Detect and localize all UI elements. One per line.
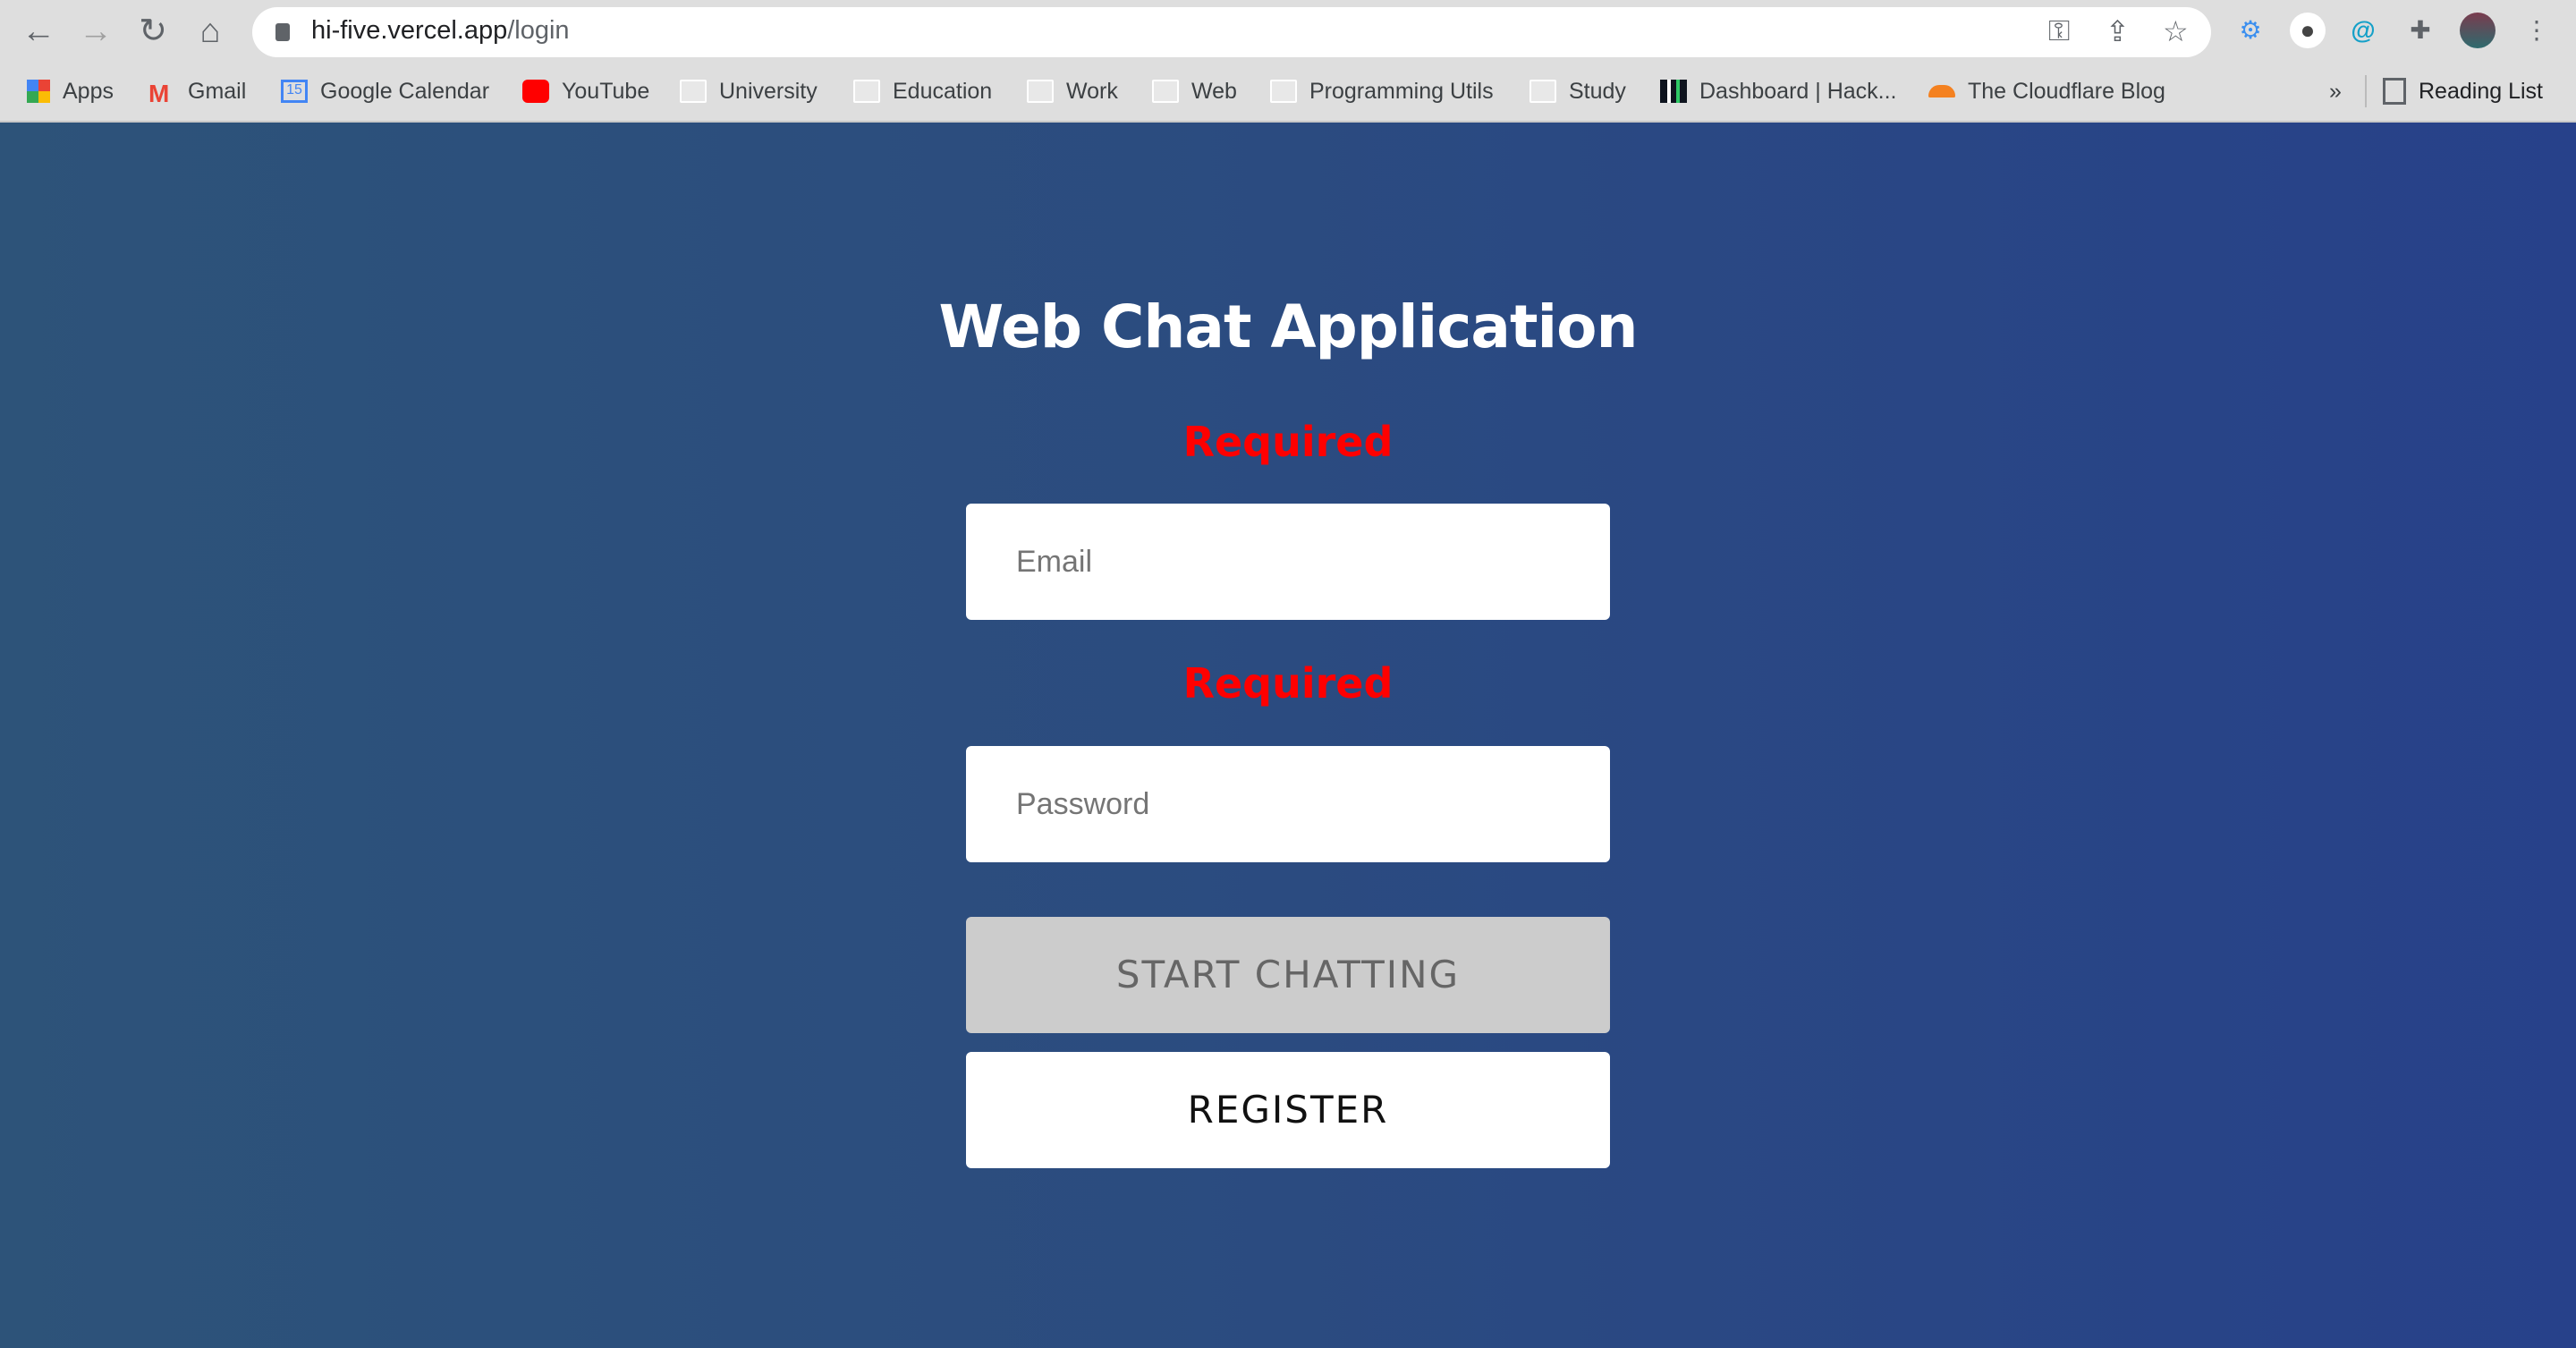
youtube-icon — [522, 80, 549, 103]
reading-list-button[interactable]: Reading List — [2383, 64, 2543, 118]
apps-grid-icon — [27, 80, 50, 103]
menu-icon[interactable]: ⋮ — [2519, 13, 2555, 48]
reading-list-icon — [2383, 78, 2406, 105]
folder-icon — [1270, 80, 1297, 103]
bookmark-university[interactable]: University — [680, 64, 818, 118]
bookmark-work[interactable]: Work — [1027, 64, 1118, 118]
bookmark-label: University — [719, 78, 818, 104]
bookmark-label: Dashboard | Hack... — [1699, 78, 1897, 104]
bookmark-web[interactable]: Web — [1152, 64, 1237, 118]
start-chatting-button[interactable]: START CHATTING — [966, 917, 1610, 1033]
bookmark-label: The Cloudflare Blog — [1968, 78, 2165, 104]
bookmark-apps[interactable]: Apps — [27, 64, 114, 118]
divider — [2365, 75, 2367, 107]
reading-list-label: Reading List — [2419, 78, 2543, 104]
email-input[interactable] — [966, 504, 1610, 620]
at-extension-icon[interactable]: @ — [2345, 13, 2381, 48]
calendar-icon: 15 — [281, 80, 308, 103]
bookmark-cloudflare-blog[interactable]: The Cloudflare Blog — [1928, 64, 2165, 118]
address-bar[interactable]: hi-five.vercel.app/login ⚿ ⇪ ☆ — [252, 7, 2211, 57]
password-input[interactable] — [966, 746, 1610, 862]
back-button[interactable]: ← — [16, 11, 61, 52]
bookmark-education[interactable]: Education — [853, 64, 992, 118]
folder-icon — [853, 80, 880, 103]
bookmark-label: YouTube — [562, 78, 650, 104]
url-text[interactable]: hi-five.vercel.app/login — [311, 16, 570, 46]
folder-icon — [1027, 80, 1054, 103]
bookmark-programming-utils[interactable]: Programming Utils — [1270, 64, 1494, 118]
reload-button[interactable]: ↻ — [131, 11, 175, 52]
bookmark-label: Gmail — [188, 78, 247, 104]
share-icon[interactable]: ⇪ — [2106, 14, 2130, 48]
folder-icon — [680, 80, 707, 103]
forward-button[interactable]: → — [73, 11, 118, 52]
bookmark-label: Study — [1569, 78, 1626, 104]
folder-icon — [1152, 80, 1179, 103]
cloudflare-icon — [1928, 85, 1955, 97]
gmail-icon: M — [148, 80, 170, 107]
extension-icon[interactable]: ⚙ — [2233, 13, 2268, 48]
url-host: hi-five.vercel.app — [311, 16, 508, 45]
page-title: Web Chat Application — [938, 292, 1639, 361]
bookmark-youtube[interactable]: YouTube — [522, 64, 649, 118]
email-error: Required — [1182, 418, 1394, 466]
bookmark-label: Education — [893, 78, 993, 104]
folder-icon — [1530, 80, 1556, 103]
profile-avatar[interactable] — [2460, 13, 2496, 48]
ghost-extension-icon[interactable]: ● — [2290, 13, 2326, 48]
bookmark-label: Apps — [63, 78, 114, 104]
hackerrank-icon — [1660, 80, 1687, 103]
bookmark-label: Google Calendar — [320, 78, 490, 104]
key-icon[interactable]: ⚿ — [2048, 14, 2070, 48]
star-icon[interactable]: ☆ — [2163, 14, 2189, 48]
bookmark-hackerrank[interactable]: Dashboard | Hack... — [1660, 64, 1896, 118]
bookmarks-overflow-button[interactable]: » — [2329, 64, 2342, 118]
bookmark-label: Web — [1191, 78, 1237, 104]
bookmark-study[interactable]: Study — [1530, 64, 1626, 118]
password-error: Required — [1182, 659, 1394, 708]
home-button[interactable]: ⌂ — [188, 11, 233, 52]
url-path: /login — [507, 16, 570, 45]
puzzle-icon[interactable]: ✚ — [2402, 13, 2438, 48]
bookmark-google-calendar[interactable]: 15 Google Calendar — [281, 64, 489, 118]
login-page: Web Chat Application Required Required S… — [0, 123, 2576, 1348]
register-button[interactable]: REGISTER — [966, 1052, 1610, 1168]
lock-icon — [275, 23, 290, 41]
bookmark-gmail[interactable]: M Gmail — [148, 64, 246, 118]
bookmark-label: Programming Utils — [1309, 78, 1494, 104]
bookmark-label: Work — [1066, 78, 1118, 104]
browser-chrome: ← → ↻ ⌂ hi-five.vercel.app/login ⚿ ⇪ ☆ ⚙… — [0, 0, 2576, 123]
